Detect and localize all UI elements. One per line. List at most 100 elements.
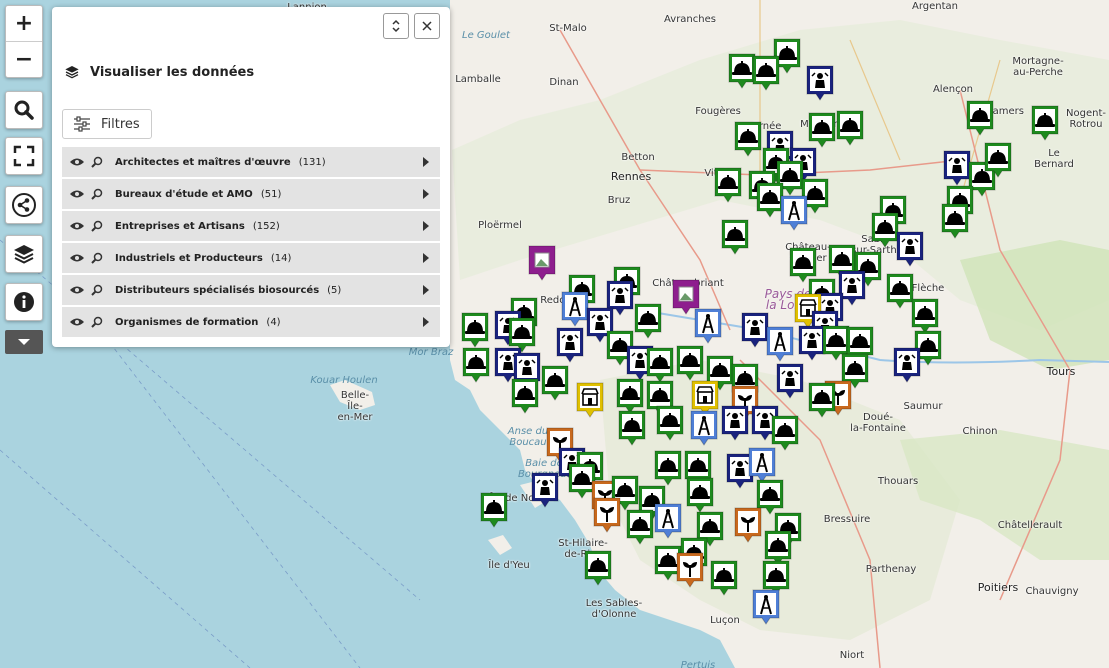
contractor-marker[interactable] xyxy=(712,166,744,206)
zoom-out-button[interactable]: − xyxy=(6,41,42,77)
place-label: Anse du Boucau xyxy=(507,426,549,448)
zoom-in-button[interactable]: + xyxy=(6,6,42,41)
collapse-panel-button[interactable] xyxy=(383,13,409,39)
layer-label: Entreprises et Artisans xyxy=(115,220,245,232)
zoom-to-layer-icon[interactable] xyxy=(91,220,105,232)
place-label: Chauvigny xyxy=(1025,586,1079,597)
chevron-right-icon[interactable] xyxy=(422,284,430,299)
eye-icon[interactable] xyxy=(69,221,85,231)
chevron-right-icon[interactable] xyxy=(422,252,430,267)
layer-row[interactable]: Architectes et maîtres d'œuvre (131) xyxy=(62,147,440,177)
layer-count: (51) xyxy=(260,188,282,200)
place-label: Fougères xyxy=(695,106,741,117)
industrial-marker[interactable] xyxy=(894,230,926,270)
layer-row[interactable]: Distributeurs spécialisés biosourcés (5) xyxy=(62,275,440,305)
layers-button[interactable] xyxy=(5,235,43,273)
place-label: Lamballe xyxy=(455,74,501,85)
contractor-marker[interactable] xyxy=(719,218,751,258)
eye-icon[interactable] xyxy=(69,157,85,167)
architect-marker[interactable] xyxy=(750,588,782,628)
close-icon xyxy=(422,21,432,31)
layer-row[interactable]: Organismes de formation (4) xyxy=(62,307,440,337)
contractor-marker[interactable] xyxy=(834,109,866,149)
contractor-marker[interactable] xyxy=(806,381,838,421)
contractor-marker[interactable] xyxy=(539,364,571,404)
training-marker[interactable] xyxy=(674,551,706,591)
search-icon xyxy=(14,100,34,120)
place-label: Alençon xyxy=(932,84,974,95)
architect-marker[interactable] xyxy=(778,194,810,234)
layer-count: (152) xyxy=(252,220,280,232)
contractor-marker[interactable] xyxy=(674,344,706,384)
architect-marker[interactable] xyxy=(764,325,796,365)
contractor-marker[interactable] xyxy=(750,54,782,94)
fullscreen-icon xyxy=(13,145,35,167)
close-panel-button[interactable] xyxy=(414,13,440,39)
place-label: Luçon xyxy=(710,615,740,626)
layer-count: (4) xyxy=(266,316,281,328)
architect-marker[interactable] xyxy=(692,307,724,347)
industrial-marker[interactable] xyxy=(719,404,751,444)
industrial-marker[interactable] xyxy=(774,362,806,402)
fullscreen-button[interactable] xyxy=(5,137,43,175)
share-button[interactable] xyxy=(5,186,43,224)
contractor-marker[interactable] xyxy=(708,559,740,599)
contractor-marker[interactable] xyxy=(632,302,664,342)
zoom-to-layer-icon[interactable] xyxy=(91,188,105,200)
layer-count: (5) xyxy=(327,284,342,296)
layer-row[interactable]: Industriels et Producteurs (14) xyxy=(62,243,440,273)
zoom-to-layer-icon[interactable] xyxy=(91,284,105,296)
industrial-marker[interactable] xyxy=(529,471,561,511)
chevron-right-icon[interactable] xyxy=(422,188,430,203)
industrial-marker[interactable] xyxy=(554,326,586,366)
training-marker[interactable] xyxy=(591,496,623,536)
contractor-marker[interactable] xyxy=(1029,104,1061,144)
place-label: Avranches xyxy=(664,14,716,25)
eye-icon[interactable] xyxy=(69,253,85,263)
chevron-right-icon[interactable] xyxy=(422,220,430,235)
contractor-marker[interactable] xyxy=(654,404,686,444)
zoom-to-layer-icon[interactable] xyxy=(91,156,105,168)
contractor-marker[interactable] xyxy=(652,449,684,489)
layer-label: Bureaux d'étude et AMO xyxy=(115,188,253,200)
photo-marker[interactable] xyxy=(526,244,558,284)
contractor-marker[interactable] xyxy=(460,346,492,386)
contractor-marker[interactable] xyxy=(478,491,510,531)
layer-row[interactable]: Bureaux d'étude et AMO (51) xyxy=(62,179,440,209)
chevron-right-icon[interactable] xyxy=(422,316,430,331)
toggle-controls-button[interactable] xyxy=(5,330,43,354)
eye-icon[interactable] xyxy=(69,317,85,327)
place-label: Kouar Houlen xyxy=(310,375,378,386)
contractor-marker[interactable] xyxy=(982,141,1014,181)
zoom-to-layer-icon[interactable] xyxy=(91,316,105,328)
filters-label: Filtres xyxy=(101,116,140,132)
place-label: Chinon xyxy=(962,426,998,437)
info-icon xyxy=(14,292,34,312)
chevron-right-icon[interactable] xyxy=(422,156,430,171)
search-button[interactable] xyxy=(5,91,43,129)
place-label: Les Sables-d'Olonne xyxy=(585,598,643,620)
place-label: Le Goulet xyxy=(462,30,510,41)
eye-icon[interactable] xyxy=(69,285,85,295)
layer-row[interactable]: Entreprises et Artisans (152) xyxy=(62,211,440,241)
contractor-marker[interactable] xyxy=(964,99,996,139)
industrial-marker[interactable] xyxy=(891,346,923,386)
place-label: Châtellerault xyxy=(997,520,1063,531)
training-marker[interactable] xyxy=(732,506,764,546)
place-label: Mortagne-au-Perche xyxy=(1012,56,1064,78)
contractor-marker[interactable] xyxy=(616,409,648,449)
place-label: Argentan xyxy=(911,1,959,12)
industrial-marker[interactable] xyxy=(804,64,836,104)
place-label: Parthenay xyxy=(865,564,917,575)
info-button[interactable] xyxy=(5,283,43,321)
contractor-marker[interactable] xyxy=(509,377,541,417)
filters-button[interactable]: Filtres xyxy=(62,109,152,139)
zoom-to-layer-icon[interactable] xyxy=(91,252,105,264)
contractor-marker[interactable] xyxy=(582,549,614,589)
chevron-down-icon xyxy=(18,339,30,345)
distributor-marker[interactable] xyxy=(574,381,606,421)
contractor-marker[interactable] xyxy=(939,202,971,242)
architect-marker[interactable] xyxy=(688,409,720,449)
eye-icon[interactable] xyxy=(69,189,85,199)
contractor-marker[interactable] xyxy=(459,311,491,351)
